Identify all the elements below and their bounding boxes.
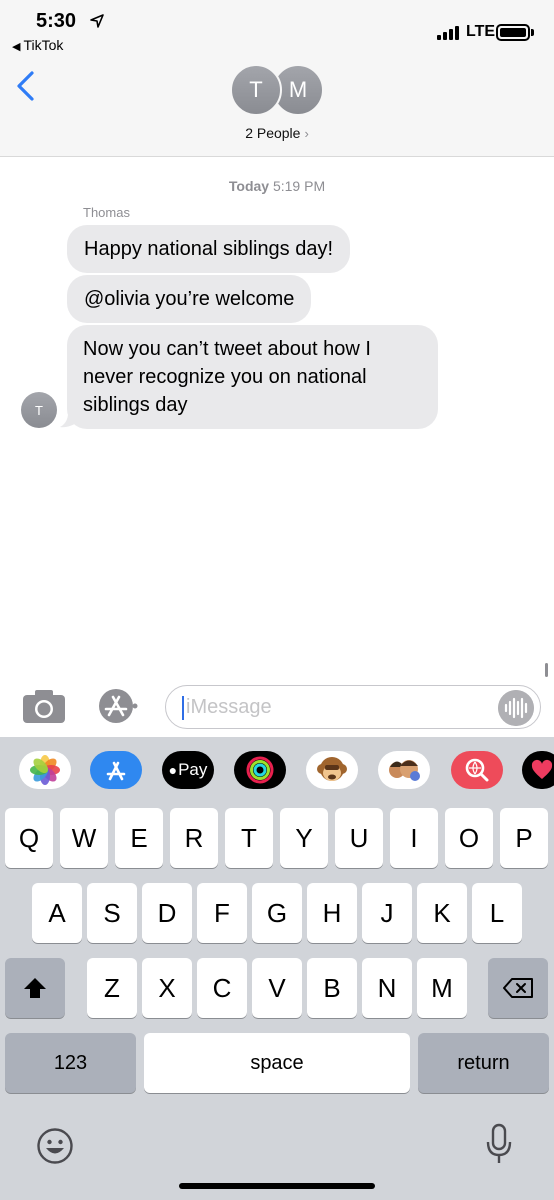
apple-logo-icon: ● — [168, 762, 178, 778]
shift-icon — [24, 978, 46, 998]
animoji-icon[interactable] — [306, 751, 358, 789]
backspace-icon — [503, 978, 533, 998]
back-triangle-icon: ◀ — [12, 41, 21, 53]
battery-tip — [531, 29, 534, 36]
key-q[interactable]: Q — [5, 808, 53, 868]
digital-touch-icon[interactable] — [522, 751, 554, 789]
camera-icon[interactable] — [22, 688, 66, 724]
apple-pay-icon[interactable]: ● Pay — [162, 751, 214, 789]
key-d[interactable]: D — [142, 883, 192, 943]
key-z[interactable]: Z — [87, 958, 137, 1018]
sender-avatar[interactable]: T — [21, 392, 57, 428]
home-indicator — [179, 1183, 375, 1189]
conversation-header: 5:30 ◀ TikTok LTE M T 2 People › — [0, 0, 554, 157]
participants-label: 2 People — [245, 125, 301, 141]
key-x[interactable]: X — [142, 958, 192, 1018]
chevron-right-icon: › — [304, 126, 309, 141]
imessage-input[interactable]: iMessage — [165, 685, 541, 729]
photos-icon[interactable] — [19, 751, 71, 789]
apple-pay-label: Pay — [178, 760, 208, 779]
app-store-button-icon[interactable] — [93, 688, 139, 724]
key-j[interactable]: J — [362, 883, 412, 943]
key-w[interactable]: W — [60, 808, 108, 868]
message-bubble[interactable]: Now you can’t tweet about how I never re… — [67, 325, 438, 429]
memoji-icon[interactable] — [378, 751, 430, 789]
audio-waveform-icon[interactable] — [498, 690, 534, 726]
key-y[interactable]: Y — [280, 808, 328, 868]
key-a[interactable]: A — [32, 883, 82, 943]
key-c[interactable]: C — [197, 958, 247, 1018]
key-m[interactable]: M — [417, 958, 467, 1018]
status-time: 5:30 — [36, 10, 77, 32]
battery-icon — [496, 24, 530, 41]
delete-key[interactable] — [488, 958, 548, 1018]
back-chevron-icon[interactable] — [14, 70, 38, 102]
location-arrow-icon — [90, 14, 104, 28]
back-app-label: TikTok — [23, 37, 64, 53]
text-cursor — [182, 696, 184, 720]
app-store-icon[interactable] — [90, 751, 142, 789]
participants-button[interactable]: 2 People › — [0, 125, 554, 141]
sender-name: Thomas — [83, 205, 130, 220]
key-r[interactable]: R — [170, 808, 218, 868]
key-i[interactable]: I — [390, 808, 438, 868]
shift-key[interactable] — [5, 958, 65, 1018]
key-g[interactable]: G — [252, 883, 302, 943]
space-key[interactable]: space — [144, 1033, 410, 1093]
key-s[interactable]: S — [87, 883, 137, 943]
key-u[interactable]: U — [335, 808, 383, 868]
emoji-icon[interactable] — [36, 1127, 74, 1165]
key-f[interactable]: F — [197, 883, 247, 943]
message-bubble[interactable]: Happy national siblings day! — [67, 225, 351, 273]
activity-icon[interactable] — [234, 751, 286, 789]
message-bubble[interactable]: @olivia you’re welcome — [67, 275, 312, 323]
key-l[interactable]: L — [472, 883, 522, 943]
key-h[interactable]: H — [307, 883, 357, 943]
avatar-t[interactable]: T — [230, 64, 282, 116]
key-k[interactable]: K — [417, 883, 467, 943]
imessage-app-strip: ● Pay — [0, 737, 554, 805]
timestamp-day: Today — [228, 178, 270, 194]
web-search-icon[interactable] — [451, 751, 503, 789]
key-p[interactable]: P — [500, 808, 548, 868]
return-key[interactable]: return — [418, 1033, 549, 1093]
numbers-key[interactable]: 123 — [5, 1033, 136, 1093]
key-b[interactable]: B — [307, 958, 357, 1018]
imessage-placeholder: iMessage — [186, 696, 272, 718]
key-e[interactable]: E — [115, 808, 163, 868]
network-type: LTE — [466, 23, 496, 40]
key-v[interactable]: V — [252, 958, 302, 1018]
back-to-app-link[interactable]: ◀ TikTok — [12, 37, 63, 53]
cellular-signal-icon — [437, 24, 459, 40]
key-n[interactable]: N — [362, 958, 412, 1018]
timestamp-time: 5:19 PM — [272, 178, 326, 194]
microphone-icon[interactable] — [484, 1122, 514, 1166]
scroll-indicator — [545, 663, 548, 677]
key-t[interactable]: T — [225, 808, 273, 868]
key-o[interactable]: O — [445, 808, 493, 868]
message-timestamp: Today 5:19 PM — [0, 178, 554, 194]
